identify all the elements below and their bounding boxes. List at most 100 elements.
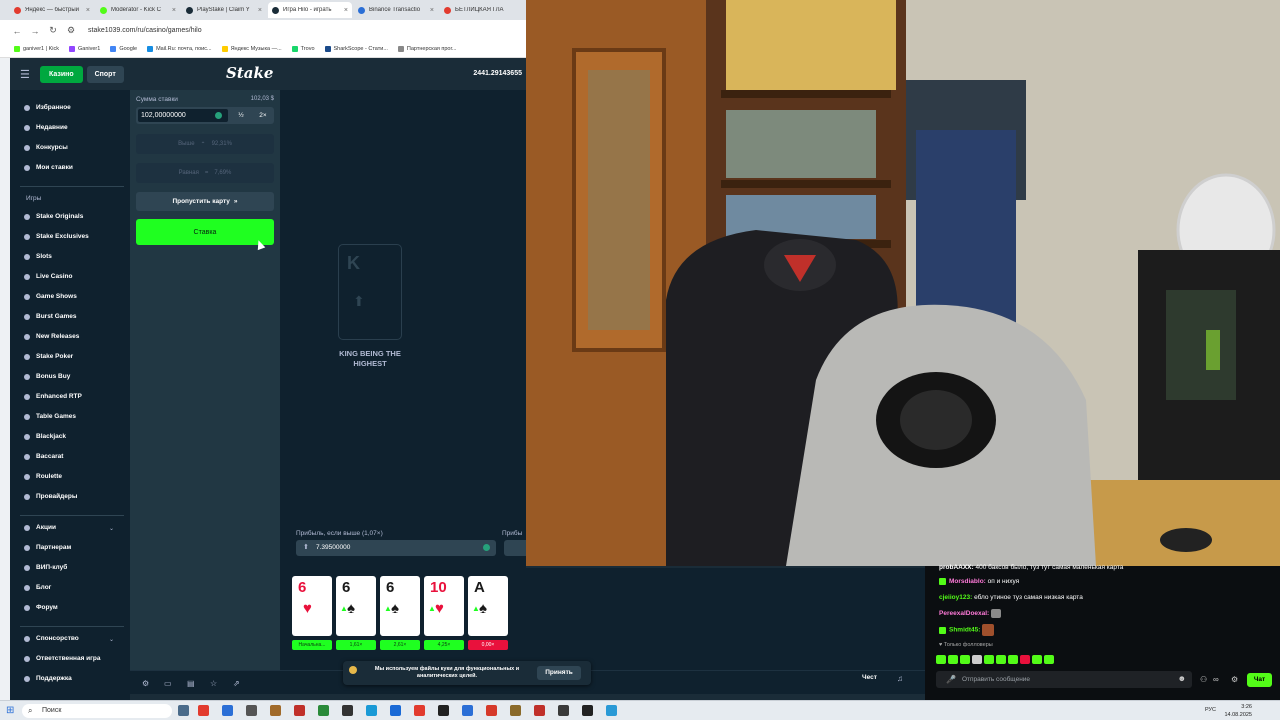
emote-icon[interactable] (1032, 655, 1042, 664)
emote-icon[interactable] (960, 655, 970, 664)
emote-icon[interactable] (972, 655, 982, 664)
tab-close-icon[interactable]: × (258, 7, 262, 14)
address-bar[interactable]: stake1039.com/ru/casino/games/hilo (88, 27, 202, 34)
browser-tab[interactable]: Яндекс — быстрый × (10, 2, 94, 18)
taskbar-search[interactable]: ⌕ Поиск (22, 704, 172, 718)
sidebar-item-favourites[interactable]: Избранное (24, 104, 71, 111)
sidebar-item-stake-exclusives[interactable]: Stake Exclusives (24, 233, 89, 240)
taskbar-app-icon[interactable] (366, 705, 377, 716)
taskbar-app-icon[interactable] (606, 705, 617, 716)
sidebar-item-contests[interactable]: Конкурсы (24, 144, 68, 151)
chevron-down-icon[interactable]: ⌄ (109, 636, 114, 643)
sidebar-item-blackjack[interactable]: Blackjack (24, 433, 66, 440)
taskbar-app-icon[interactable] (414, 705, 425, 716)
keyboard-language[interactable]: РУС (1205, 707, 1216, 713)
taskbar-app-icon[interactable] (178, 705, 189, 716)
system-clock[interactable]: 3:26 14.08.2025 (1224, 703, 1252, 719)
emote-icon[interactable] (984, 655, 994, 664)
users-icon[interactable]: ⚇ (1200, 675, 1207, 684)
fairness-button[interactable]: Чест (862, 674, 877, 681)
microphone-icon[interactable]: 🎤 (946, 675, 956, 684)
bookmark[interactable]: SharkScope - Стати... (324, 46, 388, 52)
chat-send-button[interactable]: Чат (1247, 673, 1272, 687)
bookmark[interactable]: Партнерская прог... (397, 46, 456, 52)
taskbar-app-icon[interactable] (390, 705, 401, 716)
browser-tab[interactable]: PlayStake | Claim Y × (182, 2, 266, 18)
sidebar-item-providers[interactable]: Провайдеры (24, 493, 77, 500)
taskbar-app-icon[interactable] (486, 705, 497, 716)
gear-icon[interactable]: ⚙ (1231, 675, 1238, 684)
sidebar-item-bonus-buy[interactable]: Bonus Buy (24, 373, 70, 380)
sidebar-item-recent[interactable]: Недавние (24, 124, 68, 131)
sidebar-item-game-shows[interactable]: Game Shows (24, 293, 77, 300)
star-icon[interactable]: ☆ (210, 679, 217, 688)
chat-username[interactable]: probAAXX: (939, 564, 974, 571)
chat-input[interactable]: 🎤 Отправить сообщение ☻ (936, 671, 1192, 688)
taskbar-app-icon[interactable] (462, 705, 473, 716)
sidebar-item-burst-games[interactable]: Burst Games (24, 313, 76, 320)
stake-logo[interactable]: Stake (226, 64, 273, 82)
double-bet-button[interactable]: 2× (254, 110, 272, 121)
sidebar-item-forum[interactable]: Форум (24, 604, 58, 611)
sidebar-item-affiliates[interactable]: Партнерам (24, 544, 71, 551)
taskbar-app-icon[interactable] (510, 705, 521, 716)
taskbar-app-icon[interactable] (318, 705, 329, 716)
skip-card-button[interactable]: Пропустить карту » (136, 192, 274, 211)
chevron-down-icon[interactable]: ⌄ (109, 525, 114, 532)
sidebar-item-roulette[interactable]: Roulette (24, 473, 62, 480)
link-icon[interactable]: ∞ (1213, 675, 1219, 684)
bookmark[interactable]: ganiver1 | Kick (14, 46, 59, 52)
sidebar-item-responsible-gambling[interactable]: Ответственная игра (24, 655, 100, 662)
back-icon[interactable]: ← (12, 26, 22, 36)
browser-tab[interactable]: Moderator - Kick C × (96, 2, 180, 18)
sidebar-item-slots[interactable]: Slots (24, 253, 52, 260)
sidebar-item-support[interactable]: Поддержка (24, 675, 72, 682)
emote-icon[interactable] (936, 655, 946, 664)
bookmark[interactable]: Ganiver1 (68, 46, 100, 52)
tab-close-icon[interactable]: × (86, 7, 90, 14)
half-bet-button[interactable]: ½ (232, 110, 250, 121)
taskbar-app-icon[interactable] (342, 705, 353, 716)
sport-button[interactable]: Спорт (86, 65, 124, 83)
sidebar-item-live-casino[interactable]: Live Casino (24, 273, 72, 280)
menu-icon[interactable]: ☰ (20, 68, 34, 81)
emote-icon[interactable] (948, 655, 958, 664)
emoji-icon[interactable]: ☻ (1178, 674, 1186, 683)
taskbar-app-icon[interactable] (198, 705, 209, 716)
browser-tab[interactable]: БЕТЛИЦКАЯ ГЛА (440, 2, 524, 18)
sidebar-item-stake-poker[interactable]: Stake Poker (24, 353, 73, 360)
taskbar-app-icon[interactable] (222, 705, 233, 716)
accept-cookies-button[interactable]: Принять (537, 666, 581, 680)
chat-username[interactable]: cjeiioy123: (939, 594, 972, 601)
headset-icon[interactable]: ♫ (897, 674, 903, 683)
bet-higher-button[interactable]: Выше ⌃ 92,31% (136, 134, 274, 154)
taskbar-app-icon[interactable] (438, 705, 449, 716)
bookmark[interactable]: Trovo (291, 46, 315, 52)
forward-icon[interactable]: → (30, 26, 40, 36)
bookmark[interactable]: Яндекс Музыка —... (221, 46, 282, 52)
taskbar-app-icon[interactable] (294, 705, 305, 716)
sidebar-item-baccarat[interactable]: Baccarat (24, 453, 63, 460)
external-link-icon[interactable]: ⇗ (233, 679, 240, 688)
sidebar-item-table-games[interactable]: Table Games (24, 413, 76, 420)
settings-icon[interactable]: ⚙ (142, 679, 149, 688)
emote-icon[interactable] (1044, 655, 1054, 664)
bet-equal-button[interactable]: Равная = 7,69% (136, 163, 274, 183)
sidebar-item-vip-club[interactable]: ВИП-клуб (24, 564, 67, 571)
sidebar-item-blog[interactable]: Блог (24, 584, 51, 591)
browser-tab[interactable]: Binance Transactio × (354, 2, 438, 18)
chat-username[interactable]: Shmidt45: (949, 627, 980, 634)
bookmark[interactable]: Google (110, 46, 137, 52)
taskbar-app-icon[interactable] (558, 705, 569, 716)
tab-close-icon[interactable]: × (344, 7, 348, 14)
taskbar-app-icon[interactable] (246, 705, 257, 716)
emote-icon[interactable] (1020, 655, 1030, 664)
sidebar-item-stake-originals[interactable]: Stake Originals (24, 213, 83, 220)
bookmark[interactable]: Mail.Ru: почта, поис... (147, 46, 212, 52)
emote-icon[interactable] (996, 655, 1006, 664)
browser-tab-active[interactable]: Игра Hilo - играть × (268, 2, 352, 18)
tab-close-icon[interactable]: × (172, 7, 176, 14)
taskbar-app-icon[interactable] (534, 705, 545, 716)
taskbar-app-icon[interactable] (270, 705, 281, 716)
sidebar-item-my-bets[interactable]: Мои ставки (24, 164, 73, 171)
